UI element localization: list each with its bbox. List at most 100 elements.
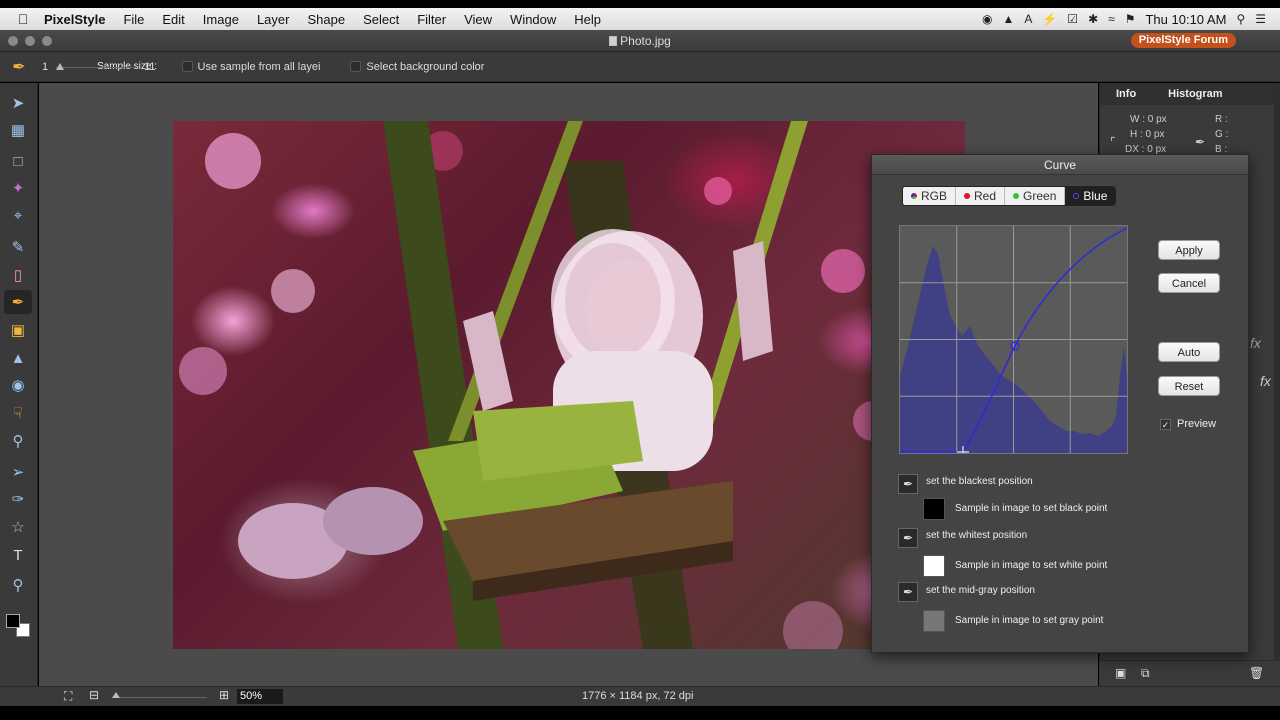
right-scrollbar[interactable]: [1274, 83, 1280, 686]
apply-button[interactable]: Apply: [1158, 240, 1220, 260]
menu-layer[interactable]: Layer: [257, 12, 290, 27]
duplicate-layer-icon[interactable]: ⧉: [1141, 666, 1150, 681]
midgray-label: set the mid-gray position: [926, 585, 1035, 596]
bell-icon[interactable]: ▲: [1002, 12, 1014, 26]
red-eye-tool-icon[interactable]: ◉: [4, 373, 32, 397]
preview-option[interactable]: ✓ Preview: [1160, 418, 1216, 430]
auto-button[interactable]: Auto: [1158, 342, 1220, 362]
reset-button[interactable]: Reset: [1158, 376, 1220, 396]
curve-dialog-title: Curve: [872, 155, 1248, 175]
menu-edit[interactable]: Edit: [162, 12, 184, 27]
foreground-color-swatch[interactable]: [6, 614, 20, 628]
select-bg-color-checkbox[interactable]: [350, 60, 362, 72]
black-point-swatch[interactable]: [923, 498, 945, 520]
curve-dialog: Curve RGB Red Green Blue Apply Cancel Au…: [871, 154, 1249, 653]
app-menu[interactable]: PixelStyle: [44, 12, 105, 27]
blue-dot-icon: [1073, 193, 1080, 199]
menu-help[interactable]: Help: [574, 12, 601, 27]
magic-wand-tool-icon[interactable]: ✦: [4, 176, 32, 200]
color-picker-icon: ✒: [1195, 135, 1206, 149]
checklist-icon[interactable]: ☑: [1067, 12, 1078, 26]
forum-button[interactable]: PixelStyle Forum: [1130, 33, 1236, 48]
menu-view[interactable]: View: [464, 12, 492, 27]
notification-center-icon[interactable]: ☰: [1255, 12, 1266, 26]
fx-icon[interactable]: fx: [1250, 335, 1261, 351]
zoom-tool-icon[interactable]: ⚲: [4, 573, 32, 597]
dodge-tool-icon[interactable]: ⚲: [4, 429, 32, 453]
smudge-tool-icon[interactable]: ☟: [4, 401, 32, 425]
stamp-tool-icon[interactable]: ▣: [4, 318, 32, 342]
zoom-level-input[interactable]: 50%: [237, 689, 283, 704]
use-all-layers-option[interactable]: Use sample from all layei: [181, 60, 320, 73]
zoom-out-icon[interactable]: ⊟: [89, 688, 99, 702]
channel-red[interactable]: Red: [956, 187, 1006, 205]
info-height: H : 0 px: [1130, 129, 1165, 140]
zoom-slider[interactable]: [112, 697, 207, 698]
sample-size-slider[interactable]: [56, 60, 137, 74]
status-bar: ⛶ ⊟ ⊞ 50% 1776 × 1184 px, 72 dpi: [0, 686, 1280, 706]
menu-shape[interactable]: Shape: [307, 12, 345, 27]
record-icon[interactable]: ◉: [982, 12, 992, 26]
tab-histogram[interactable]: Histogram: [1152, 83, 1238, 105]
new-layer-icon[interactable]: ▣: [1115, 666, 1126, 680]
clock[interactable]: Thu 10:10 AM: [1145, 12, 1226, 27]
photo-canvas[interactable]: [173, 121, 965, 649]
shape-tool-icon[interactable]: ☆: [4, 515, 32, 539]
flag-icon[interactable]: ⚑: [1125, 12, 1136, 26]
cancel-button[interactable]: Cancel: [1158, 273, 1220, 293]
paint-bucket-tool-icon[interactable]: ▲: [4, 346, 32, 370]
transform-tool-icon[interactable]: ▦: [4, 118, 32, 142]
channel-green[interactable]: Green: [1005, 187, 1066, 205]
document-icon: [609, 35, 618, 46]
menu-filter[interactable]: Filter: [417, 12, 446, 27]
channel-blue[interactable]: Blue: [1065, 187, 1116, 205]
eyedropper-icon: ✒: [12, 58, 26, 76]
path-select-tool-icon[interactable]: ➢: [4, 460, 32, 484]
white-point-swatch[interactable]: [923, 555, 945, 577]
slider-thumb[interactable]: [56, 62, 65, 70]
select-bg-color-option[interactable]: Select background color: [350, 60, 485, 73]
black-point-picker-icon[interactable]: ✒: [898, 474, 918, 494]
channel-rgb-label: RGB: [921, 189, 948, 203]
tab-info[interactable]: Info: [1100, 83, 1152, 105]
channel-rgb[interactable]: RGB: [903, 187, 957, 205]
spotlight-search-icon[interactable]: ⚲: [1236, 12, 1245, 26]
pen-tool-icon[interactable]: ✑: [4, 487, 32, 511]
menu-select[interactable]: Select: [363, 12, 399, 27]
move-tool-icon[interactable]: ➤: [4, 91, 32, 115]
curve-graph[interactable]: [899, 225, 1128, 458]
gray-point-picker-icon[interactable]: ✒: [898, 582, 918, 602]
info-width: W : 0 px: [1130, 114, 1167, 125]
eraser-tool-icon[interactable]: ▯: [4, 263, 32, 287]
bluetooth-icon[interactable]: ✱: [1088, 12, 1098, 26]
trash-icon[interactable]: 🗑: [1249, 666, 1264, 680]
menu-image[interactable]: Image: [203, 12, 239, 27]
use-all-layers-checkbox[interactable]: [181, 60, 193, 72]
menu-file[interactable]: File: [123, 12, 144, 27]
white-point-picker-icon[interactable]: ✒: [898, 528, 918, 548]
layers-footer: ▣ ⧉ 🗑: [1099, 660, 1280, 686]
power-icon[interactable]: ⚡: [1042, 12, 1057, 26]
zoom-in-icon[interactable]: ⊞: [219, 688, 229, 702]
document-title: Photo.jpg: [0, 34, 1280, 48]
wifi-icon[interactable]: ≈: [1108, 12, 1115, 26]
photo-illustration: [179, 121, 943, 649]
menu-window[interactable]: Window: [510, 12, 556, 27]
brush-tool-icon[interactable]: ✎: [4, 235, 32, 259]
marquee-tool-icon[interactable]: □: [4, 149, 32, 173]
fx-icon-2[interactable]: fx: [1260, 373, 1271, 389]
document-title-text: Photo.jpg: [620, 33, 671, 48]
crop-tool-icon[interactable]: ⌖: [4, 203, 32, 227]
zoom-slider-thumb[interactable]: [112, 692, 120, 698]
fit-screen-icon[interactable]: ⛶: [64, 689, 72, 704]
window-titlebar: Photo.jpg PixelStyle Forum: [0, 30, 1280, 52]
gray-point-swatch[interactable]: [923, 610, 945, 632]
text-tool-icon[interactable]: T: [4, 543, 32, 567]
apple-icon[interactable]: : [14, 11, 32, 27]
preview-checkbox[interactable]: ✓: [1160, 418, 1171, 430]
gray-sample-label: Sample in image to set gray point: [955, 615, 1104, 626]
eyedropper-tool-icon[interactable]: ✒: [4, 290, 32, 314]
green-dot-icon: [1013, 193, 1020, 199]
font-icon[interactable]: A: [1024, 12, 1032, 26]
select-bg-color-label: Select background color: [366, 60, 485, 73]
